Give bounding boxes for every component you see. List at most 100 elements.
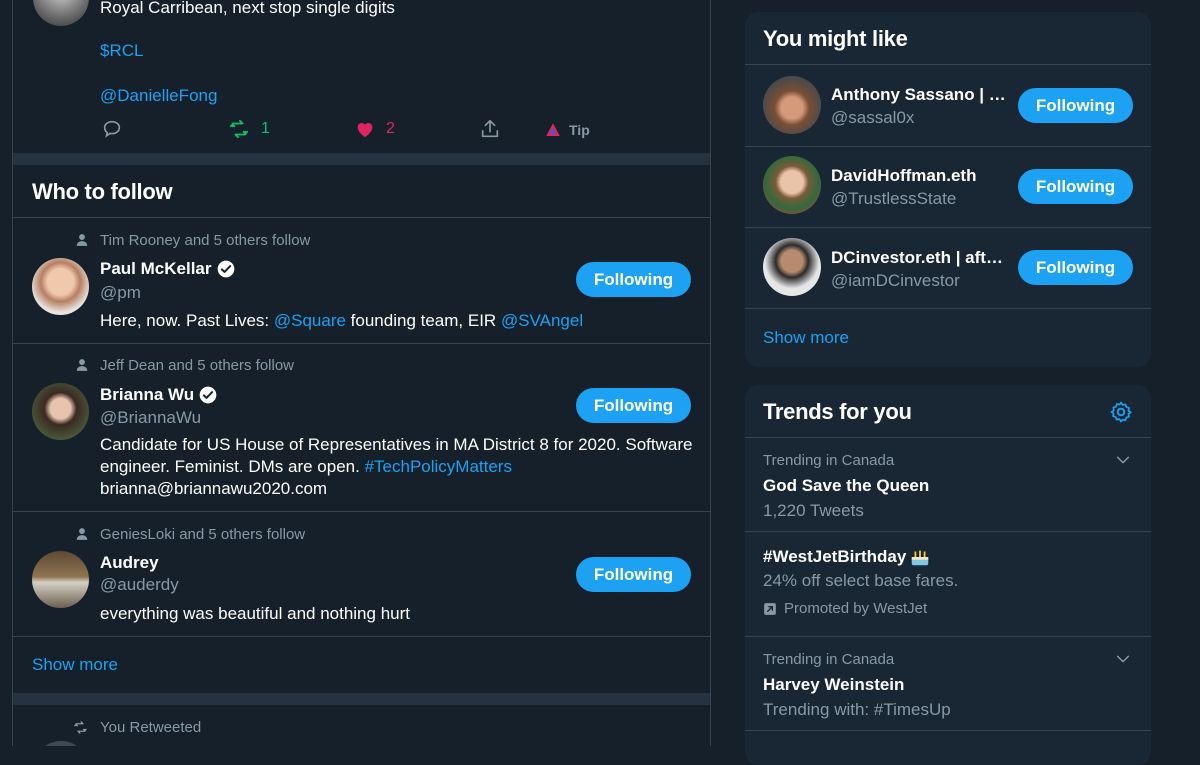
tweet-text-line: Royal Carribean, next stop single digits (100, 0, 395, 17)
divider (13, 636, 710, 637)
following-button[interactable]: Following (576, 557, 691, 592)
following-button[interactable]: Following (1018, 88, 1133, 123)
social-context-text: GeniesLoki and 5 others follow (100, 526, 306, 543)
avatar[interactable] (32, 383, 89, 440)
trend-name: God Save the Queen (763, 476, 930, 495)
retweet-count: 1 (261, 120, 270, 137)
follow-suggestion-row[interactable]: Tim Rooney and 5 others follow Paul McKe… (13, 218, 710, 343)
following-button[interactable]: Following (1018, 250, 1133, 285)
like-icon (357, 123, 373, 138)
chevron-down-icon[interactable] (1115, 452, 1131, 468)
follow-suggestion-row[interactable]: Jeff Dean and 5 others follow Brianna Wu… (13, 344, 710, 511)
trend-name: Harvey Weinstein (763, 675, 905, 694)
tip-label: Tip (569, 122, 590, 138)
cake-icon (912, 550, 929, 566)
trend-item[interactable]: Trending in Canada God Save the Queen 1,… (745, 438, 1151, 531)
gear-icon[interactable] (1109, 400, 1133, 424)
promoted-label[interactable]: Promoted by WestJet (763, 600, 927, 617)
chevron-down-icon[interactable] (1115, 651, 1131, 667)
retweet-icon (74, 721, 87, 734)
who-to-follow-show-more[interactable]: Show more (32, 655, 118, 675)
suggested-account-row[interactable]: DCinvestor.eth | aft… @iamDCinvestor Fol… (745, 228, 1151, 308)
retweet-icon (229, 119, 249, 139)
like-button[interactable]: 2 (354, 118, 395, 140)
tip-button[interactable]: Tip (544, 121, 590, 139)
user-name-text: Audrey (100, 553, 159, 572)
suggested-account-row[interactable]: DavidHoffman.eth @TrustlessState Followi… (745, 147, 1151, 227)
social-context-text: Tim Rooney and 5 others follow (100, 232, 311, 249)
trend-related: Trending with: #TimesUp (763, 700, 951, 719)
tweet-card[interactable]: Royal Carribean, next stop single digits… (13, 0, 710, 152)
retweet-context-text: You Retweeted (100, 719, 202, 736)
user-name[interactable]: Brianna Wu (100, 385, 218, 405)
following-button[interactable]: Following (576, 388, 691, 423)
follow-suggestion-row[interactable]: GeniesLoki and 5 others follow Audrey @a… (13, 512, 710, 636)
share-button[interactable] (479, 118, 501, 140)
bio-text: everything was beautiful and nothing hur… (100, 604, 410, 623)
account-handle[interactable]: @sassal0x (831, 108, 914, 128)
account-name[interactable]: DavidHoffman.eth (831, 166, 1009, 186)
retweet-context: You Retweeted (74, 719, 202, 736)
bio-email: brianna@briannawu2020.com (100, 479, 328, 498)
trend-item[interactable]: Trending in Canada Harvey Weinstein Tren… (745, 637, 1151, 730)
timeline-column: Royal Carribean, next stop single digits… (12, 0, 711, 746)
avatar[interactable] (763, 76, 821, 134)
trend-name: #WestJetBirthday (763, 546, 931, 568)
who-to-follow-title: Who to follow (32, 179, 173, 204)
avatar[interactable] (763, 238, 821, 296)
social-context: Tim Rooney and 5 others follow (76, 232, 311, 249)
following-button[interactable]: Following (1018, 169, 1133, 204)
trends-card: Trends for you Trending in Canada God Sa… (745, 385, 1151, 765)
user-handle[interactable]: @auderdy (100, 575, 179, 595)
you-might-like-show-more[interactable]: Show more (763, 328, 849, 348)
bio-mention-link[interactable]: @Square (274, 311, 346, 330)
user-handle[interactable]: @BriannaWu (100, 408, 201, 428)
tweet-mention-link[interactable]: @DanielleFong (100, 86, 217, 106)
tweet-author-avatar[interactable] (33, 0, 89, 26)
avatar[interactable] (32, 258, 89, 315)
user-name-text: Brianna Wu (100, 385, 195, 404)
retweet-button[interactable]: 1 (227, 118, 270, 140)
avatar[interactable] (763, 156, 821, 214)
user-bio: Here, now. Past Lives: @Square founding … (100, 310, 700, 332)
user-handle[interactable]: @pm (100, 283, 141, 303)
trend-name-text: #WestJetBirthday (763, 547, 907, 566)
bio-text: Here, now. Past Lives: (100, 311, 274, 330)
trend-context: Trending in Canada (763, 651, 895, 668)
tip-icon (546, 123, 560, 136)
bio-hashtag-link[interactable]: #TechPolicyMatters (365, 457, 512, 476)
social-context: Jeff Dean and 5 others follow (76, 357, 295, 374)
trends-title: Trends for you (763, 399, 912, 424)
you-might-like-card: You might like Anthony Sassano | … @sass… (745, 12, 1151, 367)
user-name[interactable]: Audrey (100, 553, 159, 573)
following-button[interactable]: Following (576, 262, 691, 297)
promoted-trend-item[interactable]: #WestJetBirthday 24% off select base far… (745, 532, 1151, 636)
you-might-like-title: You might like (763, 26, 908, 51)
trend-tweet-count: 1,220 Tweets (763, 501, 864, 520)
promoted-label-text: Promoted by WestJet (784, 600, 928, 617)
promo-description: 24% off select base fares. (763, 571, 959, 590)
suggested-account-row[interactable]: Anthony Sassano | … @sassal0x Following (745, 65, 1151, 146)
divider (745, 308, 1151, 309)
account-handle[interactable]: @TrustlessState (831, 189, 956, 209)
user-name[interactable]: Paul McKellar (100, 259, 236, 279)
social-context-text: Jeff Dean and 5 others follow (100, 357, 295, 374)
share-icon (481, 119, 499, 138)
avatar[interactable] (32, 551, 89, 608)
section-separator (13, 693, 710, 705)
divider (745, 730, 1151, 731)
tweet-cashtag-link[interactable]: $RCL (100, 41, 143, 61)
account-name[interactable]: Anthony Sassano | … (831, 85, 1009, 105)
bio-text: founding team, EIR (345, 311, 501, 330)
section-separator (13, 153, 710, 165)
person-icon (76, 234, 88, 246)
tweet-author-avatar[interactable] (33, 741, 89, 746)
reply-button[interactable] (101, 118, 123, 140)
bio-mention-link[interactable]: @SVAngel (501, 311, 583, 330)
promoted-icon (764, 602, 776, 615)
user-bio: Candidate for US House of Representative… (100, 434, 700, 500)
account-name[interactable]: DCinvestor.eth | aft… (831, 248, 1009, 268)
social-context: GeniesLoki and 5 others follow (76, 526, 306, 543)
account-handle[interactable]: @iamDCinvestor (831, 271, 960, 291)
reply-icon (103, 120, 121, 138)
